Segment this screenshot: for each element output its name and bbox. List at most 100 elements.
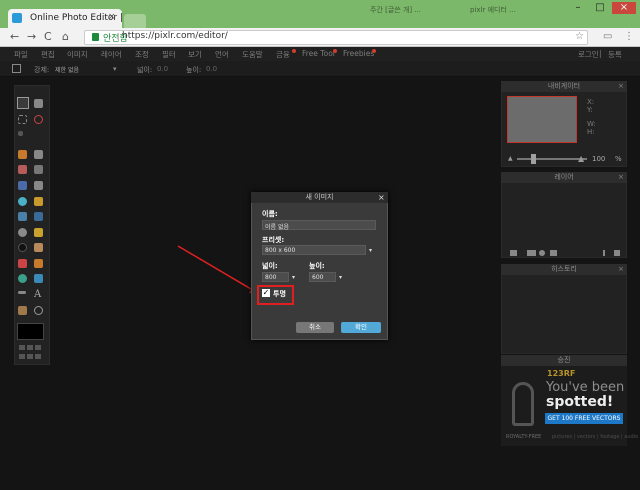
view-grid-icon[interactable] [19, 354, 25, 359]
ad-footer: ROYALTY-FREE [506, 434, 542, 440]
zoom-slider[interactable] [517, 158, 587, 160]
signup-link[interactable]: 등록 [608, 49, 622, 60]
layer-settings-icon[interactable] [510, 250, 517, 256]
menu-adjust[interactable]: 조정 [135, 49, 149, 60]
menu-layer[interactable]: 레이어 [101, 49, 122, 60]
marquee-tool-button[interactable] [18, 115, 27, 124]
view-grid-icon[interactable] [35, 354, 41, 359]
crop-tool-button[interactable] [17, 97, 29, 109]
menu-filter[interactable]: 필터 [162, 49, 176, 60]
tab-close-icon[interactable]: × [108, 12, 116, 22]
cast-icon[interactable]: ▭ [603, 31, 612, 42]
layer-group-icon[interactable] [550, 250, 557, 256]
home-icon[interactable]: ⌂ [62, 30, 69, 43]
navigator-thumbnail[interactable] [507, 96, 577, 143]
drop-tool-button[interactable] [18, 197, 27, 206]
bookmark-star-icon[interactable]: ☆ [575, 31, 584, 42]
menu-language[interactable]: 언어 [215, 49, 229, 60]
lasso-tool-button[interactable] [34, 115, 43, 124]
navigator-close-icon[interactable]: × [618, 82, 624, 90]
zoom-tool-button[interactable] [34, 306, 43, 315]
forward-icon[interactable]: → [27, 30, 36, 43]
reload-icon[interactable]: C [44, 30, 52, 43]
text-tool-button[interactable]: A [34, 289, 41, 300]
ok-button[interactable]: 확인 [341, 322, 381, 333]
dodge-tool-button[interactable] [34, 243, 43, 252]
width-input[interactable]: 800 [262, 272, 289, 282]
chevron-down-icon[interactable]: ▾ [369, 247, 372, 254]
layers-close-icon[interactable]: × [618, 173, 624, 181]
bucket-tool-button[interactable] [34, 165, 43, 174]
browser-tab[interactable]: Online Photo Editor | P [8, 9, 122, 29]
chevron-down-icon[interactable]: ▾ [292, 274, 295, 281]
spot-heal-tool-button[interactable] [34, 259, 43, 268]
window-close-button[interactable]: × [612, 2, 636, 14]
login-link[interactable]: 로그인 [578, 49, 599, 60]
menu-image[interactable]: 이미지 [67, 49, 88, 60]
minimize-button[interactable]: – [568, 2, 588, 14]
clone-tool-button[interactable] [34, 181, 43, 190]
zoom-slider-handle[interactable] [531, 154, 536, 164]
sharpen-tool-button[interactable] [34, 212, 43, 221]
crop-width-input[interactable]: 0.0 [157, 65, 168, 73]
brush-tool-button[interactable] [34, 150, 43, 159]
burn-tool-button[interactable] [18, 243, 27, 252]
back-icon[interactable]: ← [10, 30, 19, 43]
redeye-tool-button[interactable] [18, 259, 27, 268]
picker-tool-button[interactable] [18, 291, 26, 294]
gradient-tool-button[interactable] [18, 181, 27, 190]
bloat-tool-button[interactable] [18, 274, 27, 283]
stamp-tool-button[interactable] [34, 197, 43, 206]
blur-tool-button[interactable] [18, 212, 27, 221]
preset-select[interactable]: 800 x 600 [262, 245, 366, 255]
hand-tool-button[interactable] [18, 306, 27, 315]
menu-view[interactable]: 보기 [188, 49, 202, 60]
pencil-tool-button[interactable] [18, 150, 27, 159]
name-input[interactable]: 이름 없음 [262, 220, 376, 231]
menu-file[interactable]: 파일 [14, 49, 28, 60]
background-tab-2[interactable]: pixlr 에디터 ... [470, 5, 516, 15]
height-input[interactable]: 600 [309, 272, 336, 282]
pinch-tool-button[interactable] [34, 274, 43, 283]
layers-title: 레이어 [501, 172, 627, 183]
maximize-button[interactable]: □ [590, 2, 610, 14]
background-tab[interactable]: 주간 [글쓴 개] ... [370, 5, 421, 15]
chevron-down-icon: ▾ [113, 65, 117, 73]
menu-divider: | [599, 49, 602, 58]
menu-free-tool[interactable]: Free Tool [302, 49, 335, 58]
layer-mask-icon[interactable] [527, 250, 536, 256]
browser-menu-icon[interactable]: ⋮ [624, 31, 634, 42]
layers-panel [501, 172, 627, 258]
width-label: 넓이: [262, 262, 278, 270]
delete-layer-icon[interactable] [614, 250, 620, 256]
menu-help[interactable]: 도움말 [242, 49, 263, 60]
menu-freebies[interactable]: Freebies [343, 49, 374, 58]
view-grid-icon[interactable] [19, 345, 25, 350]
new-layer-icon[interactable] [603, 250, 605, 256]
dialog-close-icon[interactable]: × [378, 193, 385, 202]
menu-edit[interactable]: 편집 [41, 49, 55, 60]
zoom-out-icon[interactable]: ▲ [508, 155, 513, 162]
chevron-down-icon[interactable]: ▾ [339, 274, 342, 281]
new-tab-button[interactable] [124, 14, 146, 28]
zoom-in-icon[interactable]: ▲ [578, 154, 584, 163]
view-grid-icon[interactable] [27, 354, 33, 359]
zoom-value[interactable]: 100 [592, 155, 605, 163]
smudge-tool-button[interactable] [18, 228, 27, 237]
history-close-icon[interactable]: × [618, 265, 624, 273]
layer-style-icon[interactable] [539, 250, 545, 256]
move-tool-button[interactable] [34, 99, 43, 108]
wand-tool-button[interactable] [18, 131, 23, 136]
crop-tool-icon [12, 64, 21, 73]
color-swatch[interactable] [17, 323, 44, 340]
view-grid-icon[interactable] [35, 345, 41, 350]
constraint-select[interactable]: 제한 없음 [55, 65, 79, 74]
sponge-tool-button[interactable] [34, 228, 43, 237]
menu-finance[interactable]: 금융 [276, 49, 290, 60]
view-grid-icon[interactable] [27, 345, 33, 350]
eraser-tool-button[interactable] [18, 165, 27, 174]
ad-cta-button[interactable]: GET 100 FREE VECTORS [545, 413, 623, 424]
cancel-button[interactable]: 취소 [296, 322, 334, 333]
crop-height-input[interactable]: 0.0 [206, 65, 217, 73]
url-text[interactable]: https://pixlr.com/editor/ [122, 31, 228, 41]
